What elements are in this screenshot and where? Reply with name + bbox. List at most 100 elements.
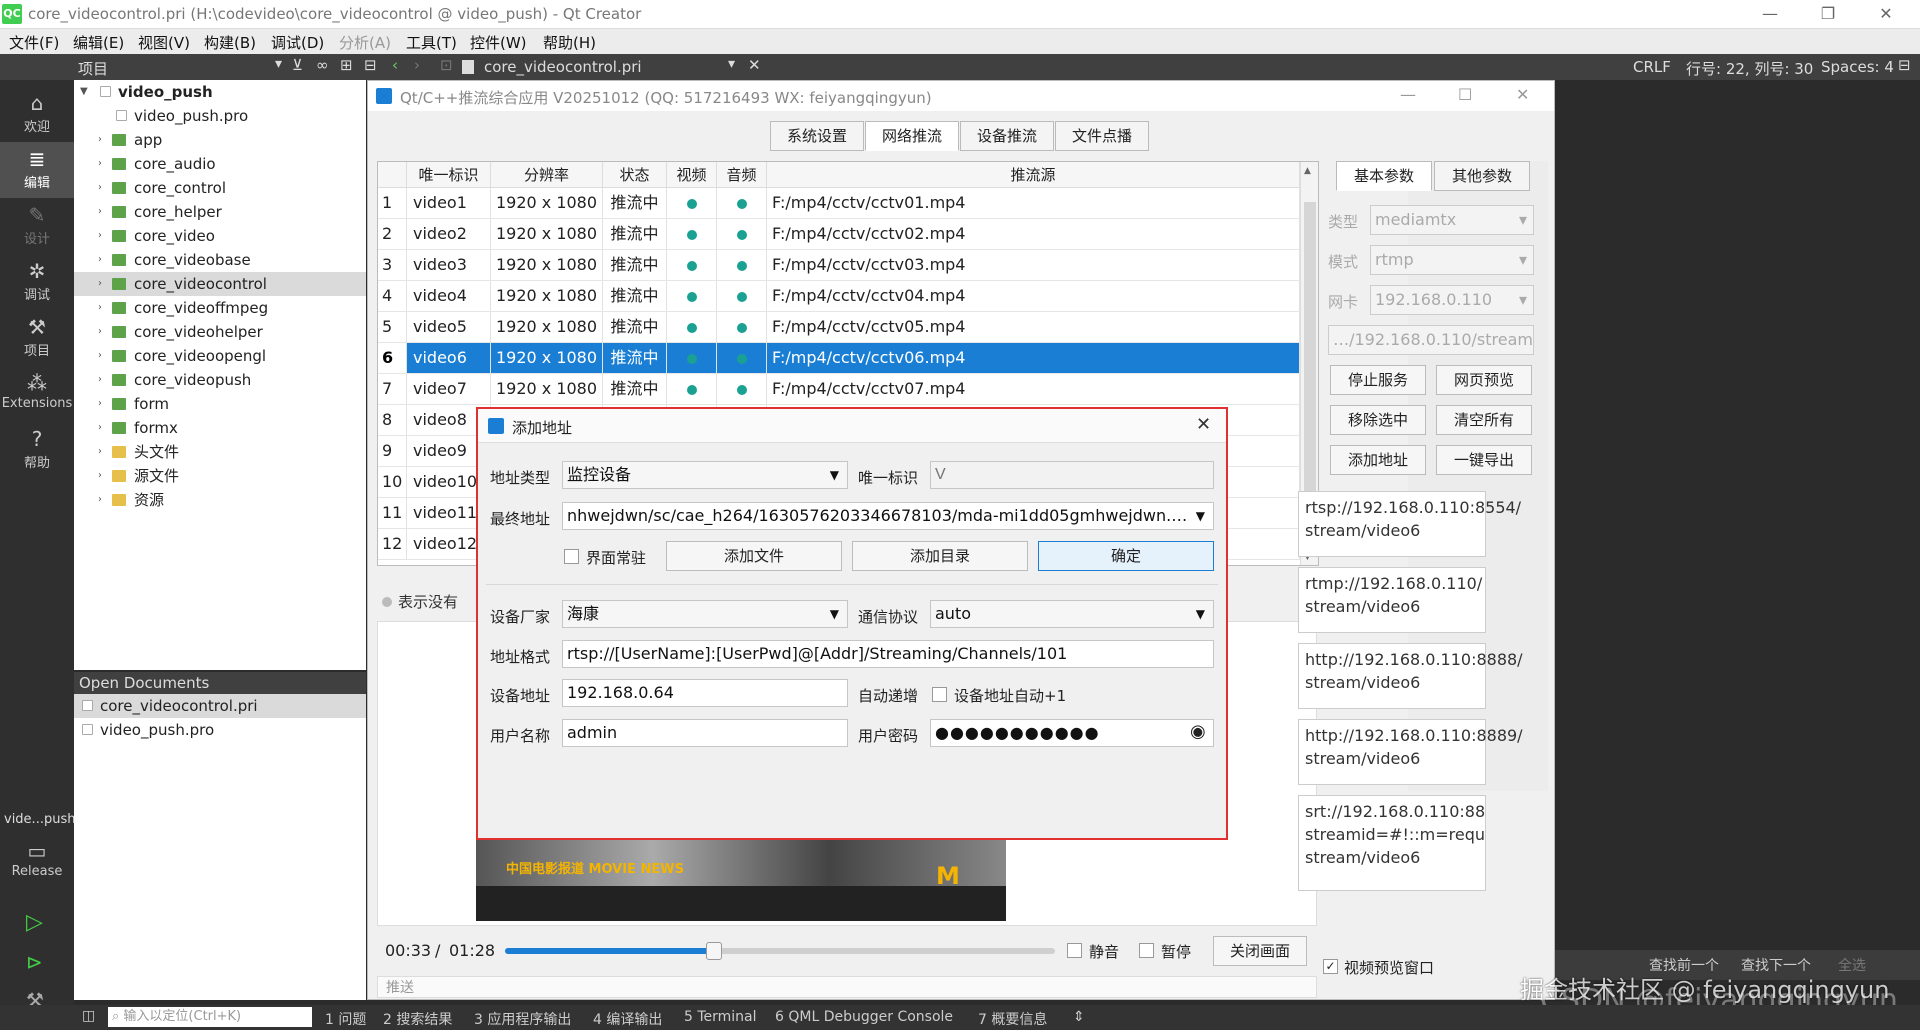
restore-button[interactable]: ❐ — [1808, 3, 1848, 25]
status-tab-qml[interactable]: 6 QML Debugger Console — [775, 1009, 953, 1025]
nic-select[interactable]: 192.168.0.110 ▾ — [1370, 285, 1534, 315]
status-tab-search[interactable]: 2 搜索结果 — [383, 1009, 452, 1029]
tree-item[interactable]: › 头文件 — [74, 440, 366, 464]
kit-selector[interactable]: ▭ Release — [0, 834, 74, 890]
split-editor-icon[interactable]: ⊟ — [1898, 56, 1911, 74]
preview-checkbox[interactable]: ✓ — [1323, 959, 1338, 974]
tab-file-vod[interactable]: 文件点播 — [1055, 121, 1149, 151]
close-button[interactable]: ✕ — [1866, 3, 1906, 25]
tree-item[interactable]: › core_audio — [74, 152, 366, 176]
stop-service-button[interactable]: 停止服务 — [1330, 365, 1426, 395]
cursor-position[interactable]: 行号: 22, 列号: 30 — [1686, 58, 1813, 79]
eye-icon[interactable]: ◉ — [1190, 721, 1206, 742]
tree-item[interactable]: › core_videobase — [74, 248, 366, 272]
table-row[interactable]: 3 video3 1920 x 1080 推流中 F:/mp4/cctv/cctv03.… — [378, 250, 1300, 281]
device-input[interactable]: 192.168.0.64 — [562, 679, 848, 707]
column-header[interactable]: 音频 — [717, 162, 767, 188]
status-tab-summary[interactable]: 7 概要信息 — [978, 1009, 1047, 1029]
menu-edit[interactable]: 编辑(E) — [73, 32, 124, 53]
line-ending[interactable]: CRLF — [1633, 58, 1671, 76]
menu-controls[interactable]: 控件(W) — [470, 32, 527, 53]
more-tabs-icon[interactable]: ⇕ — [1073, 1009, 1085, 1025]
url-item[interactable]: http://192.168.0.110:8889/ stream/video6 — [1298, 719, 1523, 785]
tree-item[interactable]: › form — [74, 392, 366, 416]
column-header[interactable]: 唯一标识 — [407, 162, 491, 188]
scrollbar-thumb[interactable] — [1304, 202, 1316, 502]
run-icon[interactable]: ▷ — [26, 910, 43, 935]
column-header[interactable]: 推流源 — [767, 162, 1300, 188]
indent-spaces[interactable]: Spaces: 4 — [1821, 58, 1894, 76]
table-row[interactable]: 2 video2 1920 x 1080 推流中 F:/mp4/cctv/cctv02.… — [378, 219, 1300, 250]
tree-item[interactable]: › core_videoopengl — [74, 344, 366, 368]
link-icon[interactable]: ∞ — [316, 56, 329, 74]
column-header[interactable]: 状态 — [603, 162, 667, 188]
auto-inc-checkbox[interactable] — [932, 687, 947, 702]
id-input[interactable] — [930, 461, 1214, 489]
close-video-button[interactable]: 关闭画面 — [1213, 936, 1307, 966]
mode-debug[interactable]: ✲ 调试 — [0, 254, 74, 310]
tab-system-settings[interactable]: 系统设置 — [770, 121, 864, 151]
add-file-button[interactable]: 添加文件 — [666, 541, 842, 571]
menu-analyze[interactable]: 分析(A) — [339, 32, 391, 53]
tree-item[interactable]: › core_helper — [74, 200, 366, 224]
tree-item[interactable]: › formx — [74, 416, 366, 440]
table-row[interactable]: 7 video7 1920 x 1080 推流中 F:/mp4/cctv/cctv07.… — [378, 374, 1300, 405]
format-input[interactable]: rtsp://[UserName]:[UserPwd]@[Addr]/Strea… — [562, 640, 1214, 668]
url-item[interactable]: http://192.168.0.110:8888/ stream/video6 — [1298, 643, 1523, 709]
user-input[interactable]: admin — [562, 719, 848, 747]
export-button[interactable]: 一键导出 — [1436, 445, 1532, 475]
menu-tools[interactable]: 工具(T) — [406, 32, 457, 53]
app-maximize-button[interactable]: ☐ — [1458, 85, 1472, 104]
mode-design[interactable]: ✎ 设计 — [0, 198, 74, 254]
menu-debug[interactable]: 调试(D) — [271, 32, 324, 53]
table-row[interactable]: 5 video5 1920 x 1080 推流中 F:/mp4/cctv/cctv05.… — [378, 312, 1300, 343]
tree-item[interactable]: › core_videopush — [74, 368, 366, 392]
debug-run-icon[interactable]: ⊳ — [26, 950, 43, 974]
tab-network-push[interactable]: 网络推流 — [865, 121, 959, 151]
type-select[interactable]: mediamtx ▾ — [1370, 205, 1534, 235]
table-row[interactable]: 6 video6 1920 x 1080 推流中 F:/mp4/cctv/cctv06.… — [378, 343, 1300, 374]
forward-icon[interactable]: › — [414, 56, 420, 74]
mode-select[interactable]: rtmp ▾ — [1370, 245, 1534, 275]
tree-item[interactable]: video_push.pro — [74, 104, 366, 128]
tree-item[interactable]: › 资源 — [74, 488, 366, 512]
panel-dropdown-icon[interactable]: ▾ — [275, 56, 282, 72]
mode-welcome[interactable]: ⌂ 欢迎 — [0, 86, 74, 142]
menu-view[interactable]: 视图(V) — [138, 32, 190, 53]
table-row[interactable]: 1 video1 1920 x 1080 推流中 F:/mp4/cctv/cctv01.… — [378, 188, 1300, 219]
file-dropdown-icon[interactable]: ▾ — [728, 56, 735, 72]
add-dir-button[interactable]: 添加目录 — [852, 541, 1028, 571]
final-addr-combo[interactable]: nhwejdwn/sc/cae_h264/1630576203346678103… — [562, 502, 1214, 530]
dialog-close-button[interactable]: ✕ — [1196, 414, 1211, 435]
web-preview-button[interactable]: 网页预览 — [1436, 365, 1532, 395]
url-item[interactable]: rtsp://192.168.0.110:8554/ stream/video6 — [1298, 491, 1521, 557]
split-icon[interactable]: ⊞ — [340, 56, 353, 74]
close-file-icon[interactable]: ✕ — [748, 56, 761, 74]
add-address-button[interactable]: 添加地址 — [1330, 445, 1426, 475]
vendor-select[interactable]: 海康 ▼ — [562, 600, 848, 628]
confirm-button[interactable]: 确定 — [1038, 541, 1214, 571]
mode-extensions[interactable]: ⁂ Extensions — [0, 366, 74, 422]
app-close-button[interactable]: ✕ — [1516, 85, 1529, 104]
status-tab-terminal[interactable]: 5 Terminal — [684, 1009, 757, 1025]
menu-help[interactable]: 帮助(H) — [543, 32, 596, 53]
remove-selected-button[interactable]: 移除选中 — [1330, 405, 1426, 435]
clear-all-button[interactable]: 清空所有 — [1436, 405, 1532, 435]
menu-build[interactable]: 构建(B) — [204, 32, 256, 53]
filter-icon[interactable]: ⊻ — [292, 56, 303, 74]
status-tab-compile[interactable]: 4 编译输出 — [593, 1009, 662, 1029]
close-panel-icon[interactable]: ⊟ — [364, 56, 377, 74]
url-item[interactable]: srt://192.168.0.110:8890? streamid=#!::m… — [1298, 795, 1486, 891]
progress-handle[interactable] — [706, 942, 722, 960]
current-file[interactable]: core_videocontrol.pri — [484, 58, 642, 76]
tree-item[interactable]: › 源文件 — [74, 464, 366, 488]
url-item[interactable]: rtmp://192.168.0.110/ stream/video6 — [1298, 567, 1486, 633]
tab-other-params[interactable]: 其他参数 — [1434, 161, 1530, 191]
column-header[interactable]: 分辨率 — [491, 162, 603, 188]
menu-file[interactable]: 文件(F) — [9, 32, 59, 53]
app-minimize-button[interactable]: — — [1400, 85, 1416, 104]
mode-projects[interactable]: ⚒ 项目 — [0, 310, 74, 366]
protocol-select[interactable]: auto ▼ — [930, 600, 1214, 628]
tree-item[interactable]: › core_videoffmpeg — [74, 296, 366, 320]
mode-edit[interactable]: ≣ 编辑 — [0, 142, 74, 198]
